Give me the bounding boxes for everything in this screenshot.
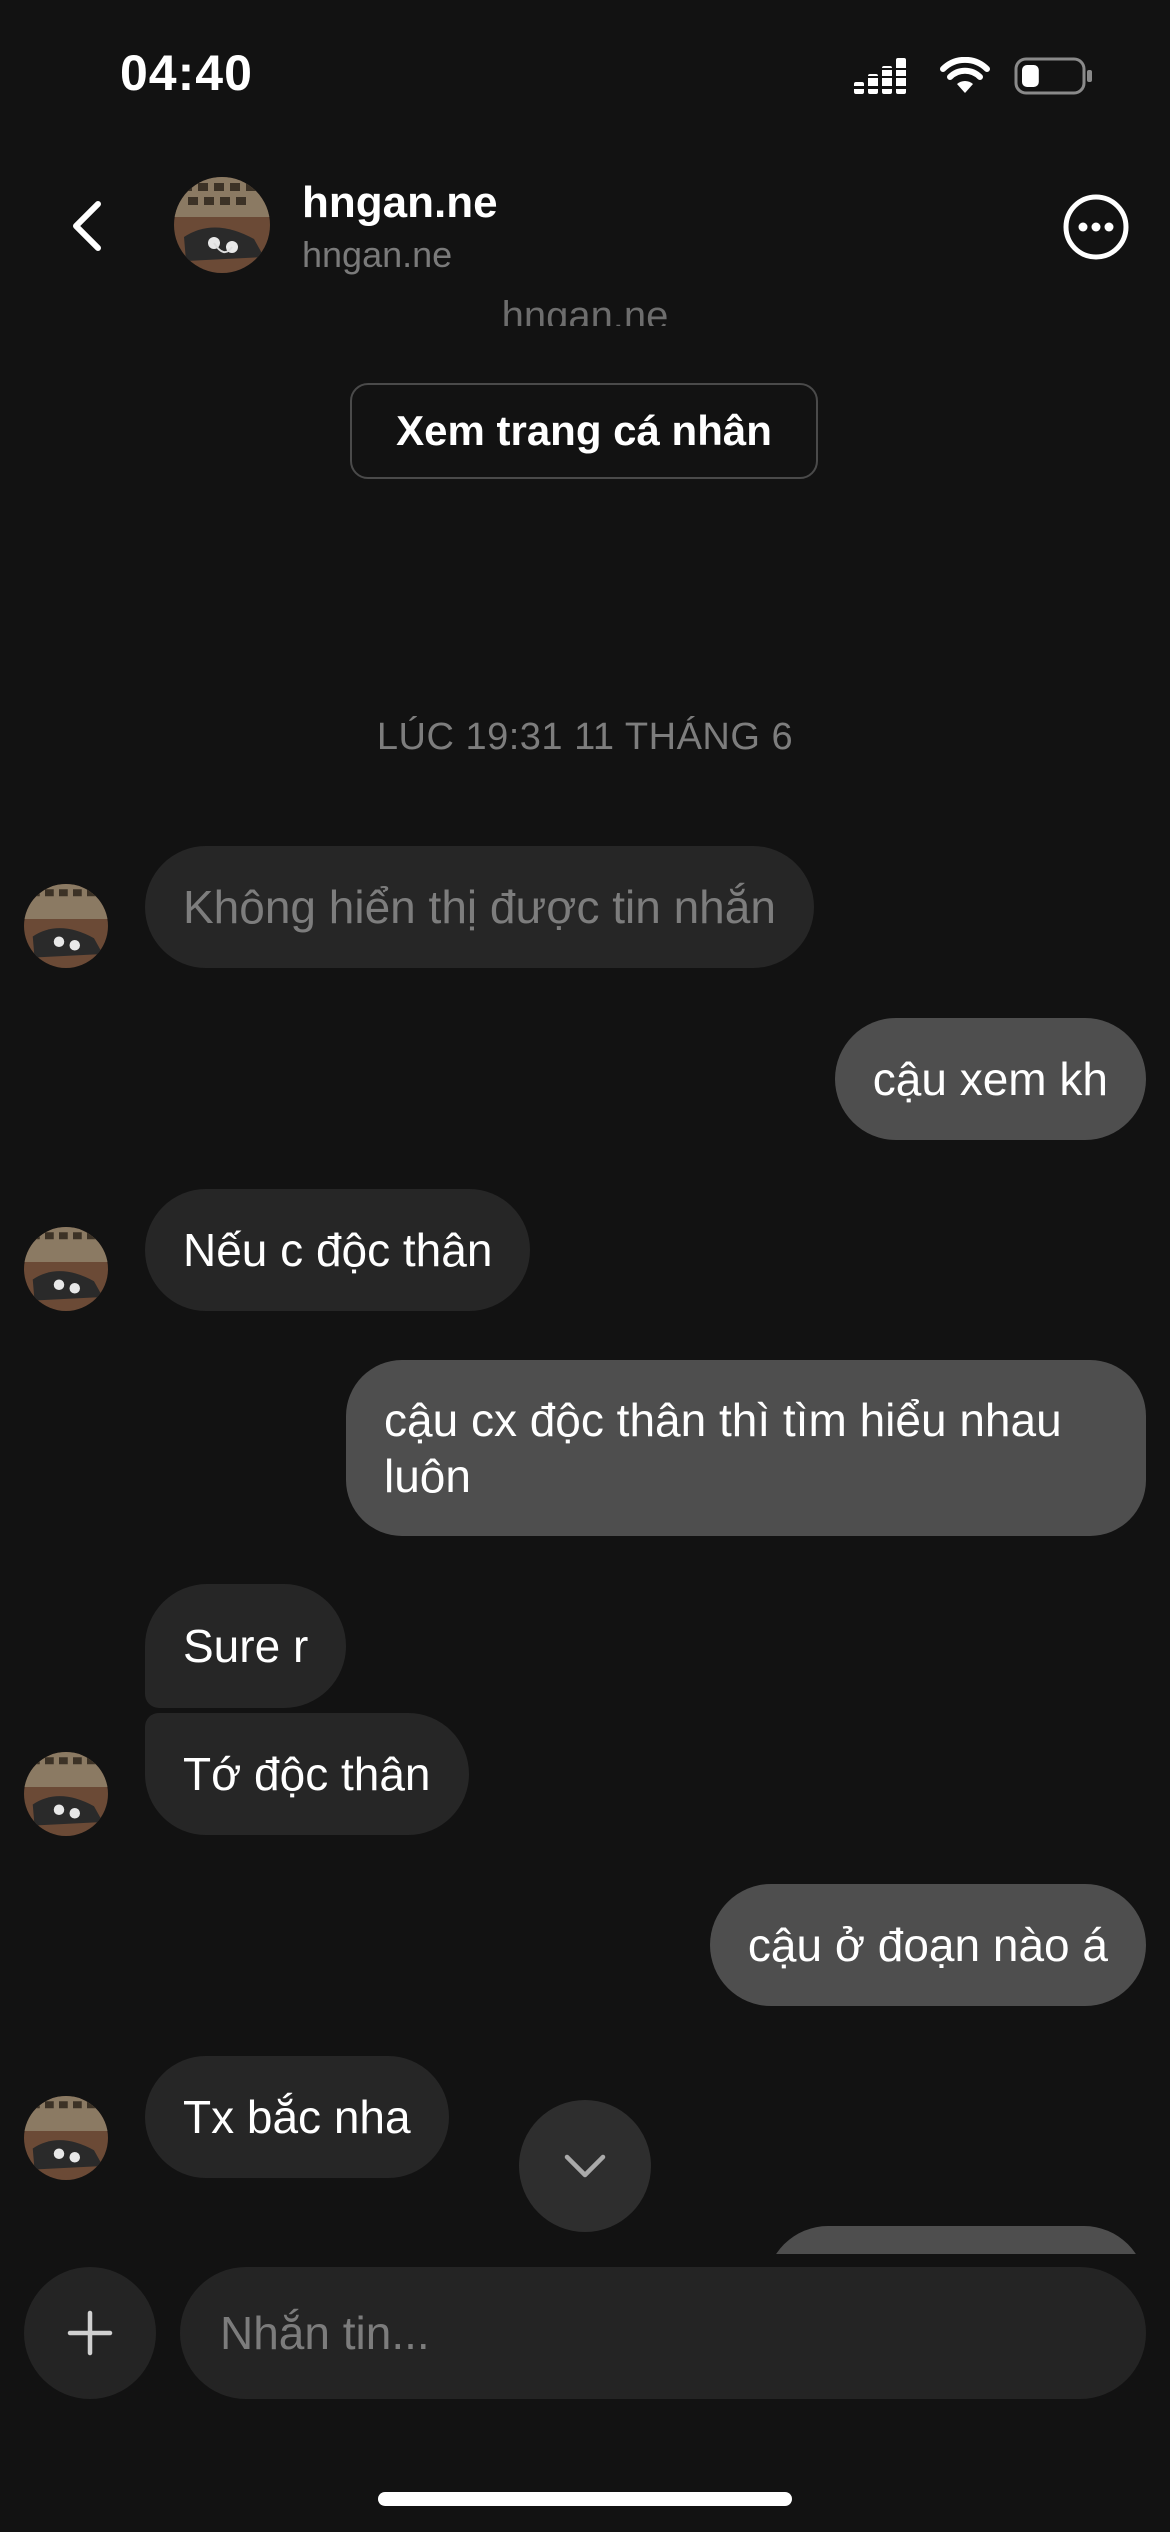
add-attachment-button[interactable] <box>24 2267 156 2399</box>
status-icons <box>854 56 1094 96</box>
sender-avatar <box>24 2096 108 2180</box>
plus-icon <box>67 2310 113 2356</box>
more-options-button[interactable] <box>1062 193 1130 261</box>
wifi-icon <box>940 57 990 93</box>
more-options-icon <box>1063 194 1129 260</box>
status-time: 04:40 <box>120 45 253 101</box>
message-bubble-incoming[interactable]: Sure r <box>145 1584 347 1708</box>
chevron-down-icon <box>564 2154 606 2178</box>
chevron-left-icon <box>73 201 101 251</box>
thread-timestamp: LÚC 19:31 11 THÁNG 6 <box>376 716 794 758</box>
sender-avatar <box>24 884 108 968</box>
home-indicator[interactable] <box>378 2492 792 2506</box>
sender-avatar <box>24 1227 108 1311</box>
battery-icon <box>1014 57 1092 95</box>
message-bubble-outgoing[interactable]: cậu xem kh <box>834 1018 1146 1140</box>
back-button[interactable] <box>62 196 116 256</box>
message-bubble-outgoing[interactable]: cậu cx độc thân thì tìm hiểu nhau luôn <box>346 1360 1146 1536</box>
view-profile-button[interactable]: Xem trang cá nhân <box>350 383 818 479</box>
scroll-to-bottom-button[interactable] <box>519 2100 651 2232</box>
profile-name-partial: hngan.ne <box>501 294 669 326</box>
header-avatar[interactable] <box>174 177 270 273</box>
sender-avatar <box>24 1752 108 1836</box>
message-input[interactable] <box>180 2267 1146 2399</box>
message-bubble-outgoing[interactable]: cậu ở đoạn nào á <box>709 1884 1146 2006</box>
message-bubble-incoming[interactable]: Tớ độc thân <box>145 1713 469 1835</box>
message-bubble-incoming[interactable]: Tx bắc nha <box>145 2056 449 2178</box>
header-name[interactable]: hngan.ne <box>302 178 498 228</box>
header-username: hngan.ne <box>302 234 453 275</box>
message-bubble-incoming[interactable]: Nếu c độc thân <box>145 1189 531 1311</box>
message-bubble-incoming[interactable]: Không hiển thị được tin nhắn <box>145 846 814 968</box>
signal-icon <box>854 58 916 94</box>
